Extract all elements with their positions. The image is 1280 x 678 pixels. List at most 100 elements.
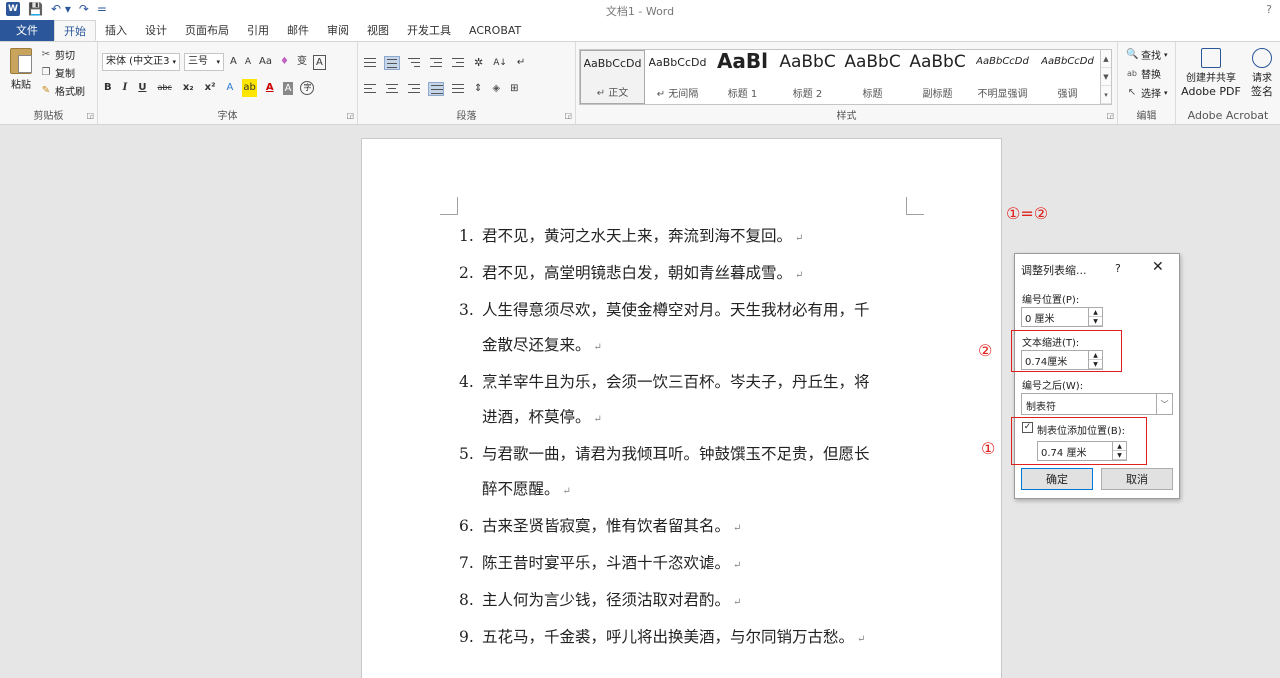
dialog-launcher-icon[interactable]: ◲ — [86, 111, 94, 120]
dialog-help-button[interactable]: ? — [1115, 262, 1121, 275]
style-item-5[interactable]: AaBbC 副标题 — [905, 50, 970, 104]
tab-5[interactable]: 引用 — [238, 20, 278, 41]
bold-button[interactable]: B — [102, 79, 114, 97]
borders-icon[interactable]: ⊞ — [508, 80, 520, 98]
style-item-2[interactable]: AaBl 标题 1 — [710, 50, 775, 104]
style-item-6[interactable]: AaBbCcDd 不明显强调 — [970, 50, 1035, 104]
select-button[interactable]: ↖ 选择 ▾ — [1126, 85, 1168, 100]
tab-10[interactable]: ACROBAT — [460, 20, 530, 41]
increase-indent-icon[interactable] — [450, 56, 466, 70]
char-border-button[interactable]: A — [312, 54, 326, 70]
dialog-launcher-icon[interactable]: ◲ — [1106, 111, 1114, 120]
create-pdf-label-1: 创建并共享 — [1186, 73, 1236, 84]
follow-number-select[interactable]: 制表符 ﹀ — [1021, 393, 1173, 415]
numbering-icon[interactable] — [384, 56, 400, 70]
shrink-font-button[interactable]: A — [243, 53, 253, 71]
list-text: 君不见，高堂明镜悲白发，朝如青丝暮成雪。 ↵ — [474, 256, 919, 293]
list-item[interactable]: 4. 烹羊宰牛且为乐，会须一饮三百杯。岑夫子，丹丘生，将 — [459, 365, 919, 400]
format-painter-button[interactable]: ✎ 格式刷 — [40, 83, 85, 98]
list-item[interactable]: 进酒，杯莫停。 ↵ — [459, 400, 919, 437]
list-item[interactable]: 醉不愿醒。 ↵ — [459, 472, 919, 509]
style-name: ↵ 正文 — [596, 88, 629, 99]
request-signature-button[interactable]: 请求 签名 — [1246, 48, 1278, 98]
tab-6[interactable]: 邮件 — [278, 20, 318, 41]
clear-format-button[interactable]: ♦ — [278, 53, 291, 71]
tab-4[interactable]: 页面布局 — [176, 20, 238, 41]
justify-icon[interactable] — [428, 82, 444, 96]
align-left-icon[interactable] — [362, 82, 378, 96]
list-item[interactable]: 8. 主人何为言少钱，径须沽取对君酌。 ↵ — [459, 583, 919, 620]
font-name-combo[interactable]: 宋体 (中文正3 ▾ — [102, 53, 180, 71]
text-effects-button[interactable]: A — [225, 79, 236, 97]
highlight-button[interactable]: ab — [242, 79, 257, 97]
list-text: 君不见，黄河之水天上来，奔流到海不复回。 ↵ — [474, 219, 919, 256]
list-item[interactable]: 1. 君不见，黄河之水天上来，奔流到海不复回。 ↵ — [459, 219, 919, 256]
align-center-icon[interactable] — [384, 82, 400, 96]
grow-font-button[interactable]: A — [228, 53, 239, 71]
italic-button[interactable]: I — [121, 79, 130, 97]
show-marks-icon[interactable]: ↵ — [515, 54, 527, 72]
font-size-combo[interactable]: 三号 ▾ — [184, 53, 224, 71]
sort-icon[interactable]: A↓ — [491, 54, 509, 72]
tab-0[interactable]: 文件 — [0, 20, 54, 41]
list-item[interactable]: 金散尽还复来。 ↵ — [459, 328, 919, 365]
tab-2[interactable]: 插入 — [96, 20, 136, 41]
style-item-1[interactable]: AaBbCcDd ↵ 无间隔 — [645, 50, 710, 104]
style-item-3[interactable]: AaBbC 标题 2 — [775, 50, 840, 104]
change-case-button[interactable]: Aa — [257, 53, 274, 71]
superscript-button[interactable]: x² — [203, 79, 218, 97]
tab-1[interactable]: 开始 — [54, 20, 96, 41]
style-item-4[interactable]: AaBbC 标题 — [840, 50, 905, 104]
chinese-layout-icon[interactable]: ✲ — [472, 54, 485, 72]
list-item[interactable]: 9. 五花马，千金裘，呼儿将出换美酒，与尔同销万古愁。 ↵ — [459, 620, 919, 657]
list-item[interactable]: 5. 与君歌一曲，请君为我倾耳听。钟鼓馔玉不足贵，但愿长 — [459, 437, 919, 472]
cancel-button[interactable]: 取消 — [1101, 468, 1173, 490]
number-position-spinner[interactable]: 0 厘米 ▲ ▼ — [1021, 307, 1103, 327]
style-item-0[interactable]: AaBbCcDd ↵ 正文 — [580, 50, 645, 104]
tab-3[interactable]: 设计 — [136, 20, 176, 41]
bullets-icon[interactable] — [362, 56, 378, 70]
find-button[interactable]: 🔍 查找 ▾ — [1126, 47, 1168, 62]
ok-button[interactable]: 确定 — [1021, 468, 1093, 490]
dialog-close-button[interactable]: ✕ — [1152, 259, 1164, 275]
numbered-list[interactable]: 1. 君不见，黄河之水天上来，奔流到海不复回。 ↵ 2. 君不见，高堂明镜悲白发，朝如青… — [459, 219, 919, 657]
line-spacing-icon[interactable]: ⇕ — [472, 80, 484, 98]
tab-9[interactable]: 开发工具 — [398, 20, 460, 41]
scroll-up-icon[interactable]: ▲ — [1101, 50, 1111, 68]
more-styles-icon[interactable]: ▾ — [1101, 86, 1111, 104]
list-item[interactable]: 2. 君不见，高堂明镜悲白发，朝如青丝暮成雪。 ↵ — [459, 256, 919, 293]
spin-up-icon[interactable]: ▲ — [1089, 308, 1102, 317]
underline-button[interactable]: U — [136, 79, 148, 97]
char-shading-button[interactable]: A — [282, 81, 294, 95]
list-item[interactable]: 7. 陈王昔时宴平乐，斗酒十千恣欢谑。 ↵ — [459, 546, 919, 583]
distributed-icon[interactable] — [450, 82, 466, 96]
list-item[interactable]: 6. 古来圣贤皆寂寞，惟有饮者留其名。 ↵ — [459, 509, 919, 546]
replace-button[interactable]: ab 替换 — [1126, 66, 1168, 81]
paste-button[interactable]: 粘贴 — [6, 48, 36, 91]
shading-icon[interactable]: ◈ — [490, 80, 502, 98]
dialog-launcher-icon[interactable]: ◲ — [564, 111, 572, 120]
decrease-indent-icon[interactable] — [428, 56, 444, 70]
scroll-down-icon[interactable]: ▼ — [1101, 68, 1111, 86]
copy-button[interactable]: ❐ 复制 — [40, 65, 85, 80]
list-item[interactable]: 3. 人生得意须尽欢，莫使金樽空对月。天生我材必有用，千 — [459, 293, 919, 328]
dialog-launcher-icon[interactable]: ◲ — [346, 111, 354, 120]
list-number — [459, 400, 474, 437]
font-color-button[interactable]: A — [264, 79, 276, 97]
tab-8[interactable]: 视图 — [358, 20, 398, 41]
phonetic-guide-button[interactable]: 变 — [295, 53, 309, 71]
document-page[interactable]: 1. 君不见，黄河之水天上来，奔流到海不复回。 ↵ 2. 君不见，高堂明镜悲白发，朝如青… — [361, 138, 1002, 678]
multilevel-list-icon[interactable] — [406, 56, 422, 70]
tab-7[interactable]: 审阅 — [318, 20, 358, 41]
subscript-button[interactable]: x₂ — [181, 79, 196, 97]
create-pdf-button[interactable]: 创建并共享 Adobe PDF — [1180, 48, 1242, 98]
cut-button[interactable]: ✂ 剪切 — [40, 47, 85, 62]
align-right-icon[interactable] — [406, 82, 422, 96]
crop-mark-top-left — [440, 197, 458, 215]
enclose-char-button[interactable]: 字 — [300, 81, 315, 95]
strikethrough-button[interactable]: abc — [155, 79, 173, 97]
spin-down-icon[interactable]: ▼ — [1089, 317, 1102, 326]
styles-gallery-scroll[interactable]: ▲ ▼ ▾ — [1100, 49, 1112, 105]
style-item-7[interactable]: AaBbCcDd 强调 — [1035, 50, 1100, 104]
help-button[interactable]: ? — [1266, 3, 1272, 16]
